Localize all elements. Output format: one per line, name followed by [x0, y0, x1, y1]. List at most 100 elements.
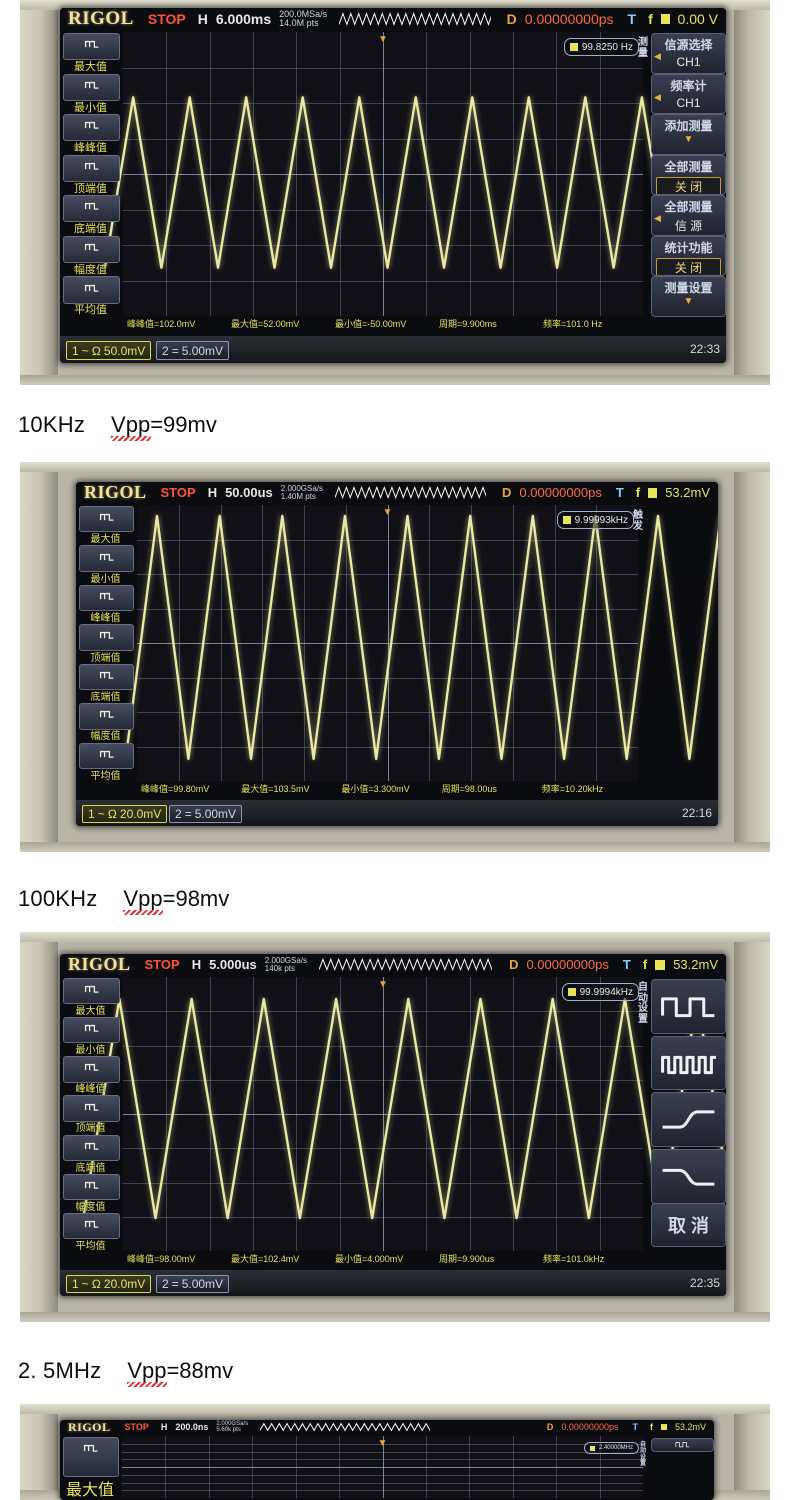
- rail-button-max-value-icon[interactable]: [63, 1437, 119, 1478]
- rail-button-top-value-icon[interactable]: [63, 154, 120, 182]
- channel-indicator-1[interactable]: 1 ~ Ω 20.0mV: [66, 1275, 152, 1293]
- soft-menu-arrow-left-icon: ◀: [654, 91, 661, 102]
- soft-menu-item-single-period-waveform-icon[interactable]: [651, 1438, 714, 1452]
- rail-button-max-value-icon[interactable]: [63, 33, 120, 61]
- soft-menu-header: 自动设置: [639, 1442, 646, 1467]
- channel-indicator-2[interactable]: 2 = 5.00mV: [169, 805, 243, 823]
- glyph-top-value-icon: [64, 1098, 119, 1116]
- soft-menu-item-multi-period-waveform-icon[interactable]: [651, 1035, 726, 1091]
- system-clock: 22:16: [681, 806, 712, 820]
- trigger-slope-icon: f: [635, 485, 641, 500]
- soft-menu-item-6[interactable]: 测量设置 ▼: [651, 276, 726, 317]
- soft-menu-item-2[interactable]: 添加测量 ▼: [651, 114, 726, 155]
- memory-depth: 14.0M pts: [279, 18, 319, 28]
- rail-label: 峰峰值: [74, 142, 107, 155]
- wall-left: [20, 462, 58, 852]
- soft-menu-item-1[interactable]: 频率计 CH1 ◀: [651, 73, 726, 115]
- rail-button-amplitude-icon[interactable]: [63, 235, 120, 263]
- rail-button-base-value-icon[interactable]: [63, 195, 120, 223]
- soft-menu-arrow-down-icon: ▼: [683, 134, 694, 146]
- soft-menu-title: 测量设置: [664, 281, 713, 296]
- rail-label: 平均值: [75, 1240, 106, 1252]
- rail-button-average-icon[interactable]: [63, 1212, 120, 1240]
- rail-button-base-value-icon[interactable]: [63, 1134, 120, 1161]
- rail-button-max-value-icon[interactable]: [79, 506, 134, 533]
- soft-menu-item-0[interactable]: 信源选择 CH1 ◀: [651, 33, 726, 74]
- waveform-grid: [82, 977, 726, 1251]
- measurement-readout-3: 周期=9.900us: [439, 1254, 495, 1264]
- channel-coupling-icon: =: [184, 807, 192, 821]
- oscilloscope-bezel: RIGOL STOP H 200.0ns 2.000GSa/s 5.60k pts D 0.0…: [60, 1420, 714, 1500]
- soft-menu-item-rising-edge-icon[interactable]: [651, 1092, 726, 1148]
- rail-button-min-value-icon[interactable]: [63, 73, 120, 101]
- rail-button-peak-peak-icon[interactable]: [79, 584, 134, 612]
- rail-button-peak-peak-icon[interactable]: [63, 114, 120, 142]
- scope-header: RIGOL STOP H 50.00us 2.000GSa/s 1.40M pts D 0.0…: [76, 482, 718, 503]
- soft-menu: [646, 505, 716, 781]
- soft-menu-item-3[interactable]: 全部测量关 闭: [651, 154, 726, 196]
- trigger-slope-icon: f: [649, 1422, 653, 1432]
- rail-button-top-value-icon[interactable]: [63, 1095, 120, 1122]
- soft-menu-item-4[interactable]: 全部测量信 源 ◀: [651, 195, 726, 236]
- glyph-max-value-icon: [64, 981, 119, 999]
- caption-3: 2. 5MHz Vpp=88mv: [18, 1358, 233, 1387]
- glyph-amplitude-icon: [80, 706, 133, 724]
- measurement-readout-4: 频率=101.0kHz: [543, 1254, 605, 1264]
- rail-label: 顶端值: [74, 182, 107, 195]
- scope-photo-2: RIGOL STOP H 50.00us 2.000GSa/s 1.40M pts D 0.0…: [20, 462, 770, 852]
- oscilloscope-bezel: RIGOL STOP H 6.000ms 200.0MSa/s 14.0M pts D 0.0…: [60, 8, 726, 363]
- frequency-counter-value: 99.8250 Hz: [581, 41, 633, 53]
- caption-vpp: Vpp=99mv: [111, 412, 217, 441]
- wall-right: [734, 462, 770, 852]
- waveform-preview: [260, 1422, 431, 1432]
- rail-button-average-icon[interactable]: [79, 742, 134, 769]
- delay-label: D: [509, 957, 519, 972]
- channel-indicator-2[interactable]: 2 = 5.00mV: [156, 1275, 230, 1293]
- channel-coupling-icon: ~: [81, 1277, 89, 1291]
- soft-menu-item-falling-edge-icon[interactable]: [651, 1149, 726, 1204]
- brand-logo: RIGOL: [68, 1420, 111, 1434]
- channel-indicator-1[interactable]: 1 ~ Ω 20.0mV: [82, 805, 168, 823]
- rail-button-max-value-icon[interactable]: [63, 978, 120, 1005]
- channel-number: 2: [175, 807, 182, 821]
- rail-button-average-icon[interactable]: [63, 276, 120, 304]
- soft-menu-cancel-button[interactable]: 取 消: [651, 1202, 726, 1247]
- run-state-indicator: STOP: [144, 957, 180, 972]
- channel-indicator-2[interactable]: 2 = 5.00mV: [156, 341, 230, 360]
- rail-button-amplitude-icon[interactable]: [63, 1173, 120, 1200]
- oscilloscope-screen: RIGOL STOP H 5.000us 2.000GSa/s 140k pts D 0.00…: [60, 954, 726, 1296]
- oscilloscope-screen: RIGOL STOP H 50.00us 2.000GSa/s 1.40M pts D 0.0…: [76, 482, 718, 826]
- rail-button-top-value-icon[interactable]: [79, 624, 134, 651]
- rail-button-base-value-icon[interactable]: [79, 663, 134, 691]
- rail-button-min-value-icon[interactable]: [79, 545, 134, 572]
- soft-menu: 信源选择 CH1 ◀ 频率计 CH1 ◀ 添加测量 ▼ 全部测量关 闭全部测量信 源 ◀ 统计功能关…: [651, 32, 726, 317]
- rail-button-min-value-icon[interactable]: [63, 1017, 120, 1044]
- trigger-position-marker: ▼: [382, 507, 393, 518]
- frequency-counter: 99.8250 Hz: [563, 38, 639, 56]
- soft-menu-title: 统计功能: [664, 240, 713, 255]
- rail-label: 最小值: [90, 573, 121, 585]
- channel-probe-icon: Ω: [91, 1277, 101, 1291]
- soft-menu-value: 关 闭: [656, 176, 721, 195]
- frequency-counter: 9.99993kHz: [556, 511, 634, 529]
- delay-value: 0.00000000ps: [561, 1422, 619, 1432]
- glyph-peak-peak-icon: [64, 1059, 119, 1077]
- rail-label: 峰峰值: [75, 1084, 106, 1096]
- soft-menu-item-5[interactable]: 统计功能关 闭: [651, 235, 726, 277]
- trigger-position-marker: ▼: [378, 979, 388, 990]
- soft-menu: [651, 1436, 714, 1498]
- rail-button-peak-peak-icon[interactable]: [63, 1056, 120, 1083]
- frequency-counter-icon: [562, 516, 571, 524]
- measurement-readout-2: 最小值=3.300mV: [341, 784, 410, 794]
- delay-label: D: [506, 11, 517, 27]
- glyph-base-value-icon: [64, 1138, 119, 1156]
- glyph-amplitude-icon: [64, 239, 119, 257]
- channel-probe-icon: Ω: [91, 343, 101, 358]
- channel-indicator-1[interactable]: 1 ~ Ω 50.0mV: [66, 341, 152, 360]
- rail-button-amplitude-icon[interactable]: [79, 703, 134, 730]
- soft-menu-item-single-period-waveform-icon[interactable]: [651, 979, 726, 1034]
- scope-photo-1: RIGOL STOP H 6.000ms 200.0MSa/s 14.0M pts D 0.0…: [20, 0, 770, 385]
- measurement-readout-4: 频率=101.0 Hz: [543, 319, 603, 329]
- delay-label: D: [546, 1422, 554, 1432]
- rail-label: 最大值: [75, 1006, 106, 1018]
